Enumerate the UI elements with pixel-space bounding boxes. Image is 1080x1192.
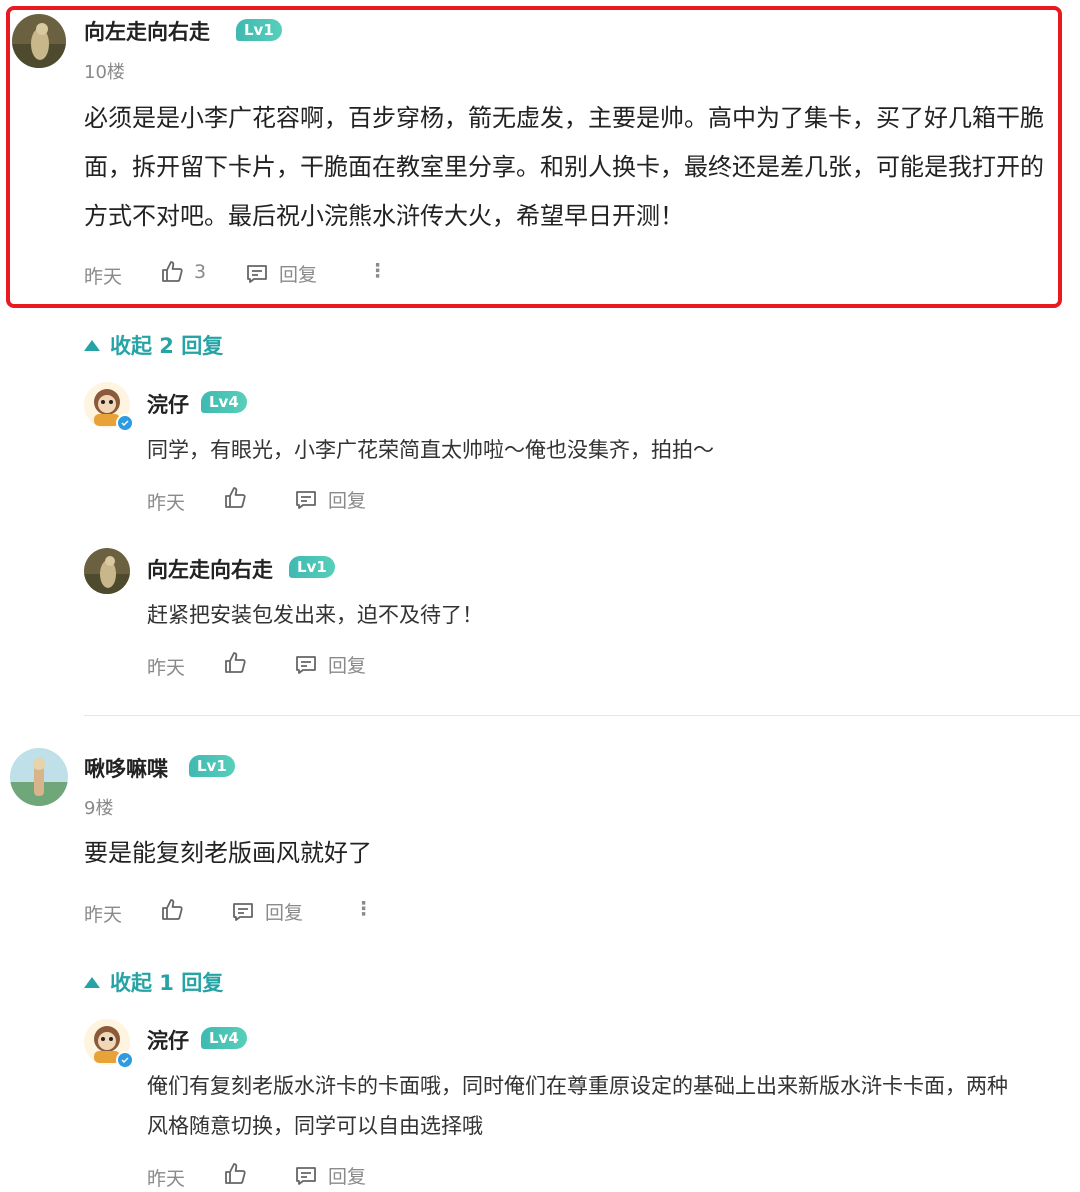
collapse-triangle-icon: [84, 339, 100, 351]
thumb-up-icon: [225, 652, 246, 673]
like-count: 3: [194, 261, 207, 283]
comment-icon: [296, 655, 316, 674]
level-badge: Lv1: [289, 556, 335, 578]
thumb-up-icon: [162, 899, 183, 920]
avatar[interactable]: [84, 548, 130, 594]
username[interactable]: 向左走向右走: [84, 16, 210, 46]
comment-icon: [296, 1166, 316, 1185]
avatar[interactable]: [12, 14, 66, 68]
verified-icon: [116, 1051, 134, 1069]
username[interactable]: 浣仔: [147, 1025, 189, 1055]
comment-icon: [296, 490, 316, 509]
floor-number: 10楼: [84, 62, 125, 83]
level-badge: Lv4: [201, 1027, 247, 1049]
comment-icon: [233, 902, 253, 921]
reply-text: 俺们有复刻老版水浒卡的卡面哦，同时俺们在尊重原设定的基础上出来新版水浒卡卡面，两…: [147, 1074, 1008, 1138]
username[interactable]: 向左走向右走: [147, 554, 273, 584]
level-badge: Lv1: [236, 19, 282, 41]
collapse-label: 收起 2 回复: [110, 334, 224, 358]
comment-icon: [247, 264, 267, 283]
username[interactable]: 啾哆嘛喋: [84, 753, 168, 783]
like-button[interactable]: [223, 486, 247, 514]
more-icon[interactable]: ⋮: [368, 260, 387, 282]
comment-text: 必须是是小李广花容啊，百步穿杨，箭无虚发，主要是帅。高中为了集卡，买了好几箱干脆…: [84, 104, 1044, 230]
reply-time: 昨天: [147, 1168, 186, 1190]
thumb-up-icon: [162, 261, 183, 282]
collapse-replies-button[interactable]: 收起 1 回复: [84, 967, 223, 997]
like-button[interactable]: [160, 898, 184, 926]
comment-text: 要是能复刻老版画风就好了: [84, 839, 372, 867]
collapse-triangle-icon: [84, 976, 100, 988]
reply-text: 赶紧把安装包发出来，迫不及待了！: [147, 603, 483, 627]
reply-label: 回复: [328, 1166, 367, 1188]
comment-time: 昨天: [84, 904, 123, 926]
like-button[interactable]: [223, 651, 247, 679]
reply-button[interactable]: 回复: [294, 651, 366, 678]
reply-time: 昨天: [147, 657, 186, 679]
reply-button[interactable]: 回复: [294, 1162, 366, 1189]
reply-time: 昨天: [147, 492, 186, 514]
floor-number: 9楼: [84, 798, 114, 819]
like-button[interactable]: [223, 1162, 247, 1190]
comment-time: 昨天: [84, 266, 123, 288]
like-button[interactable]: 3: [160, 260, 206, 284]
level-badge: Lv1: [189, 755, 235, 777]
level-badge: Lv4: [201, 391, 247, 413]
collapse-replies-button[interactable]: 收起 2 回复: [84, 330, 223, 360]
comment-divider: [84, 715, 1080, 716]
reply-label: 回复: [328, 655, 367, 677]
thumb-up-icon: [225, 487, 246, 508]
reply-label: 回复: [328, 490, 367, 512]
thumb-up-icon: [225, 1163, 246, 1184]
reply-button[interactable]: 回复: [245, 260, 317, 287]
reply-label: 回复: [265, 902, 304, 924]
username[interactable]: 浣仔: [147, 389, 189, 419]
reply-button[interactable]: 回复: [294, 486, 366, 513]
verified-icon: [116, 414, 134, 432]
avatar[interactable]: [10, 748, 68, 806]
more-icon[interactable]: ⋮: [354, 898, 373, 920]
reply-text: 同学，有眼光，小李广花荣简直太帅啦～俺也没集齐，拍拍～: [147, 438, 714, 462]
collapse-label: 收起 1 回复: [110, 971, 224, 995]
reply-label: 回复: [279, 264, 318, 286]
reply-button[interactable]: 回复: [231, 898, 303, 925]
